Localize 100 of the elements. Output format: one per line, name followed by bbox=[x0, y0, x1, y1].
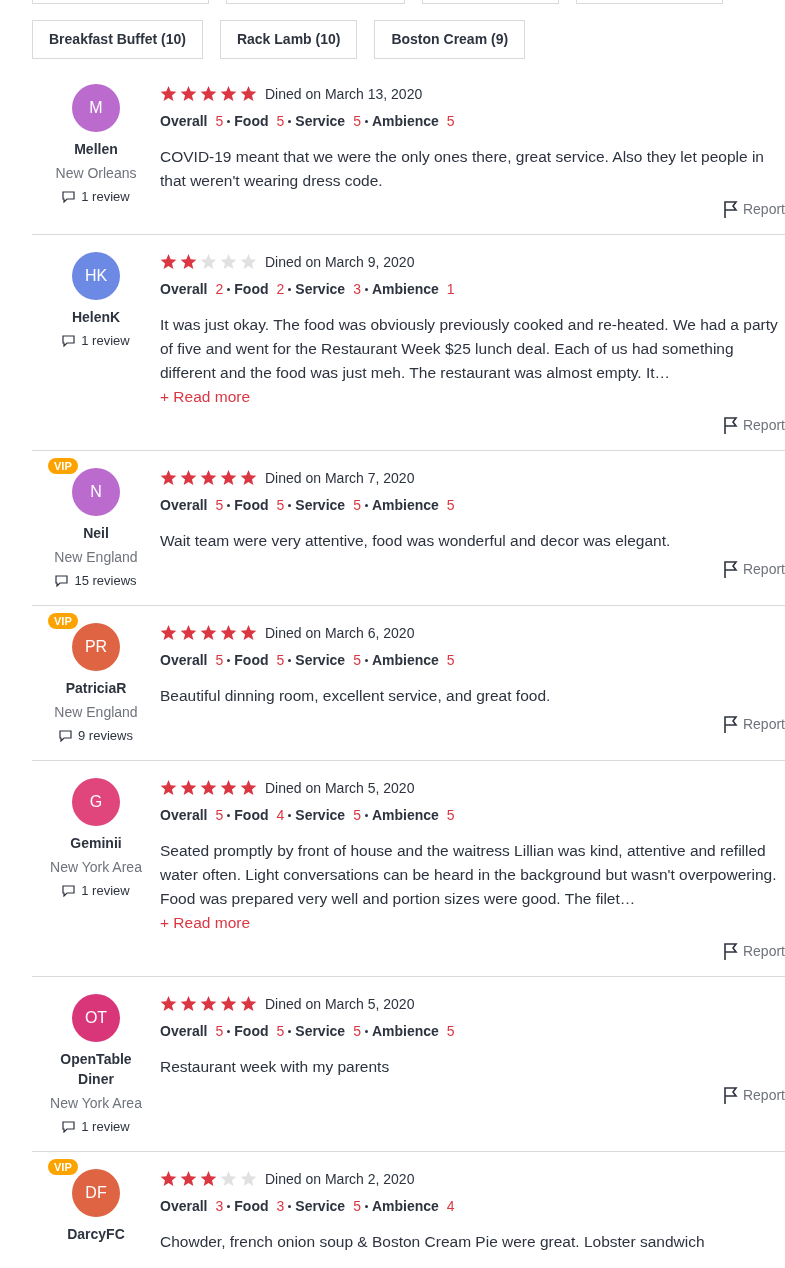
rating-label: Food bbox=[234, 1022, 269, 1041]
star-icon bbox=[180, 470, 197, 486]
rating-value: 5 bbox=[353, 1197, 361, 1216]
star-icon bbox=[220, 254, 237, 270]
review-text: Beautiful dinning room, excellent service, and great food. bbox=[160, 686, 552, 706]
rating-label: Overall bbox=[160, 651, 208, 670]
reviewer-name: HelenK bbox=[70, 308, 122, 327]
comment-icon bbox=[62, 191, 76, 203]
review-count: 9 reviews bbox=[78, 727, 133, 745]
rating-label: Overall bbox=[160, 112, 208, 131]
dined-date: Dined on March 5, 2020 bbox=[265, 778, 415, 798]
reviewer-name: Geminii bbox=[69, 834, 123, 853]
reviewer-location: New England bbox=[54, 548, 138, 567]
rating-value: 5 bbox=[215, 806, 224, 825]
read-more-link[interactable]: + Read more bbox=[160, 911, 251, 935]
report-button[interactable]: Report bbox=[722, 559, 785, 580]
star-icon bbox=[200, 254, 217, 270]
star-icon bbox=[160, 470, 177, 486]
rating-label: Ambience bbox=[371, 496, 439, 515]
rating-label: Ambience bbox=[371, 280, 439, 299]
comment-icon bbox=[62, 1121, 76, 1133]
review-text: It was just okay. The food was obviously previously cooked and re-heated. We had a party of five and went for the Restaurant Week $25 lunch deal. Each of us had something different and the food was just meh. The restaurant was almost empty. It… bbox=[160, 315, 779, 383]
tag-button[interactable]: Boston Cream (9) bbox=[374, 20, 526, 59]
rating-value: 5 bbox=[215, 112, 224, 131]
rating-value: 4 bbox=[446, 1197, 455, 1216]
vip-badge: VIP bbox=[48, 458, 78, 474]
star-icon bbox=[240, 254, 257, 270]
report-button[interactable]: Report bbox=[722, 199, 785, 220]
star-icon bbox=[200, 996, 217, 1012]
rating-value: 3 bbox=[353, 280, 361, 299]
tag-button[interactable]: Rack Lamb (10) bbox=[219, 20, 358, 59]
comment-icon bbox=[59, 730, 73, 742]
report-button[interactable]: Report bbox=[722, 714, 785, 735]
tag-button[interactable]: Breakfast Buffet (10) bbox=[32, 20, 203, 59]
star-icon bbox=[160, 625, 177, 641]
separator-dot bbox=[364, 813, 368, 817]
star-icon bbox=[220, 470, 237, 486]
rating-value: 5 bbox=[353, 1022, 361, 1041]
review-text: Seated promptly by front of house and the waitress Lillian was kind, attentive and refilled water often. Light conversations can be heard in the background but wasn't overpowering. Food was prepared very well and portion sizes were good. The filet… bbox=[160, 841, 778, 909]
separator-dot bbox=[227, 813, 231, 817]
star-icon bbox=[240, 86, 257, 102]
rating-value: 4 bbox=[276, 806, 285, 825]
flag-icon bbox=[722, 560, 739, 579]
rating-label: Ambience bbox=[371, 1197, 439, 1216]
separator-dot bbox=[227, 1204, 231, 1208]
comment-icon bbox=[62, 885, 76, 897]
rating-value: 5 bbox=[353, 651, 361, 670]
reviewer-name: OpenTable Diner bbox=[59, 1050, 133, 1089]
rating-value: 2 bbox=[276, 280, 285, 299]
vip-badge: VIP bbox=[48, 613, 78, 629]
separator-dot bbox=[227, 287, 231, 291]
comment-icon bbox=[62, 335, 76, 347]
rating-label: Food bbox=[234, 651, 269, 670]
report-button[interactable]: Report bbox=[722, 415, 785, 436]
star-icon bbox=[200, 1171, 217, 1187]
report-button[interactable]: Report bbox=[722, 941, 785, 962]
dined-date: Dined on March 9, 2020 bbox=[265, 252, 415, 272]
rating-label: Overall bbox=[160, 1022, 208, 1041]
rating-value: 5 bbox=[276, 496, 285, 515]
star-icon bbox=[180, 625, 197, 641]
separator-dot bbox=[288, 119, 292, 123]
rating-label: Ambience bbox=[371, 112, 439, 131]
separator-dot bbox=[288, 287, 292, 291]
star-icon bbox=[160, 996, 177, 1012]
star-icon bbox=[160, 1171, 177, 1187]
read-more-link[interactable]: + Read more bbox=[160, 385, 251, 409]
rating-label: Service bbox=[295, 1022, 346, 1041]
rating-value: 5 bbox=[446, 112, 455, 131]
reviewer-location: New York Area bbox=[50, 1094, 142, 1113]
avatar: M bbox=[72, 84, 120, 132]
separator-dot bbox=[288, 503, 292, 507]
rating-label: Service bbox=[295, 496, 346, 515]
rating-value: 5 bbox=[353, 496, 361, 515]
star-icon bbox=[180, 780, 197, 796]
flag-icon bbox=[722, 416, 739, 435]
star-icon bbox=[160, 86, 177, 102]
rating-label: Service bbox=[295, 112, 346, 131]
rating-value: 5 bbox=[215, 1022, 224, 1041]
rating-label: Food bbox=[234, 496, 269, 515]
rating-label: Overall bbox=[160, 496, 208, 515]
reviewer-name: Neil bbox=[82, 524, 110, 543]
rating-label: Ambience bbox=[371, 806, 439, 825]
rating-label: Overall bbox=[160, 806, 208, 825]
rating-value: 5 bbox=[276, 1022, 285, 1041]
rating-label: Overall bbox=[160, 1197, 208, 1216]
star-icon bbox=[240, 780, 257, 796]
reviewer-name: DarcyFC bbox=[66, 1225, 126, 1244]
rating-label: Ambience bbox=[371, 1022, 439, 1041]
separator-dot bbox=[227, 1029, 231, 1033]
avatar: PR bbox=[72, 623, 120, 671]
star-icon bbox=[200, 86, 217, 102]
reviewer-location: New York Area bbox=[50, 858, 142, 877]
rating-value: 1 bbox=[446, 280, 455, 299]
report-button[interactable]: Report bbox=[722, 1085, 785, 1106]
rating-value: 5 bbox=[215, 651, 224, 670]
star-icon bbox=[240, 625, 257, 641]
star-icon bbox=[240, 470, 257, 486]
star-icon bbox=[240, 1171, 257, 1187]
dined-date: Dined on March 13, 2020 bbox=[265, 84, 423, 104]
review-text: Restaurant week with my parents bbox=[160, 1057, 391, 1077]
